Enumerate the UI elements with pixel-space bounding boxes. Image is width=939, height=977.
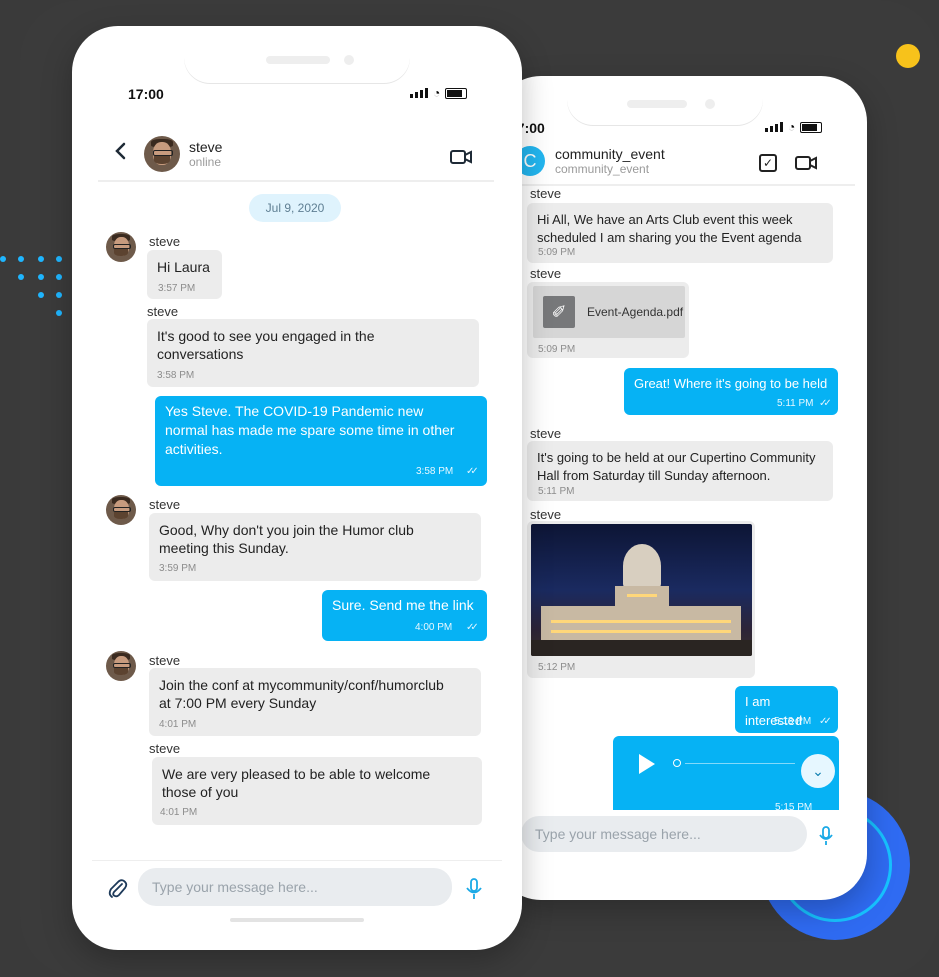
message-time: 4:01 PM xyxy=(160,807,198,818)
read-ticks-icon: ✓✓ xyxy=(466,466,479,477)
sender-name: steve xyxy=(149,741,181,756)
contact-status: online xyxy=(189,155,222,169)
message-time: 4:01 PM xyxy=(159,719,197,730)
message-time: 5:09 PM xyxy=(538,344,576,355)
battery-icon xyxy=(800,121,823,133)
phone-notch xyxy=(184,48,410,84)
video-call-icon[interactable] xyxy=(450,150,472,169)
message-bubble-outgoing: Sure. Send me the link xyxy=(322,590,487,641)
wifi-icon: ◔ xyxy=(788,120,796,134)
message-input[interactable]: Type your message here... xyxy=(138,868,452,906)
status-icons: ◔ xyxy=(765,120,823,134)
chat-subtitle: community_event xyxy=(555,162,650,176)
message-bubble: Join the conf at mycommunity/conf/humorc… xyxy=(149,668,481,736)
sender-name: steve xyxy=(149,234,181,249)
audio-track xyxy=(685,763,795,764)
read-ticks-icon: ✓✓ xyxy=(466,622,479,633)
message-time: 5:13 PM xyxy=(774,716,812,727)
message-time: 4:00 PM xyxy=(415,622,453,633)
file-name: Event-Agenda.pdf xyxy=(587,305,684,319)
signal-icon xyxy=(410,88,428,98)
battery-icon xyxy=(445,87,468,99)
message-time: 3:58 PM xyxy=(157,370,195,381)
date-separator: Jul 9, 2020 xyxy=(249,194,341,222)
status-icons: ◔ xyxy=(410,86,468,100)
sender-name: steve xyxy=(149,653,181,668)
contact-avatar[interactable] xyxy=(144,136,180,172)
pdf-icon: ✐ xyxy=(543,296,575,328)
status-time: 17:00 xyxy=(128,86,164,102)
video-call-icon[interactable] xyxy=(795,156,817,175)
read-ticks-icon: ✓✓ xyxy=(819,716,832,727)
play-icon[interactable] xyxy=(639,754,655,774)
message-input[interactable]: Type your message here... xyxy=(521,816,807,852)
sender-name: steve xyxy=(530,186,562,201)
read-ticks-icon: ✓✓ xyxy=(819,398,832,409)
home-indicator xyxy=(230,918,364,922)
wifi-icon: ◔ xyxy=(433,86,441,100)
microphone-icon[interactable] xyxy=(466,878,482,905)
message-time: 3:57 PM xyxy=(158,283,196,294)
message-time: 5:11 PM xyxy=(777,398,814,409)
chat-title: community_event xyxy=(555,146,665,162)
sender-avatar[interactable] xyxy=(106,232,136,262)
message-bubble: We are very pleased to be able to welcom… xyxy=(152,757,482,825)
decor-dot xyxy=(896,44,920,68)
audio-progress-dot[interactable] xyxy=(673,759,681,767)
sender-name: steve xyxy=(530,507,562,522)
event-hall-image[interactable] xyxy=(531,524,752,656)
sender-name: steve xyxy=(147,304,179,319)
pdf-attachment[interactable]: ✐ Event-Agenda.pdf xyxy=(533,286,685,338)
message-time: 5:15 PM xyxy=(775,802,813,810)
message-bubble: Good, Why don't you join the Humor club m… xyxy=(149,513,481,581)
message-time: 5:11 PM xyxy=(538,486,575,497)
microphone-icon[interactable] xyxy=(819,826,833,851)
message-bubble: It's good to see you engaged in the conve… xyxy=(147,319,479,387)
check-icon[interactable]: ✓ xyxy=(759,154,777,172)
message-time: 5:12 PM xyxy=(538,662,576,673)
message-time: 3:59 PM xyxy=(159,563,197,574)
scroll-down-button[interactable]: ⌄ xyxy=(801,754,835,788)
phone-community-chat: 17:00 ◔ C community_event community_even… xyxy=(495,76,867,900)
sender-avatar[interactable] xyxy=(106,495,136,525)
signal-icon xyxy=(765,122,783,132)
message-time: 5:09 PM xyxy=(538,247,576,258)
contact-name: steve xyxy=(189,139,223,155)
sender-avatar[interactable] xyxy=(106,651,136,681)
phone-notch xyxy=(567,86,763,126)
message-time: 3:58 PM xyxy=(416,466,454,477)
sender-name: steve xyxy=(530,266,562,281)
attach-icon[interactable] xyxy=(108,878,128,905)
sender-name: steve xyxy=(530,426,562,441)
sender-name: steve xyxy=(149,497,181,512)
phone-direct-chat: 17:00 ◔ steve online Jul 9, 2020 steve H… xyxy=(72,26,522,950)
back-icon[interactable] xyxy=(114,142,126,165)
